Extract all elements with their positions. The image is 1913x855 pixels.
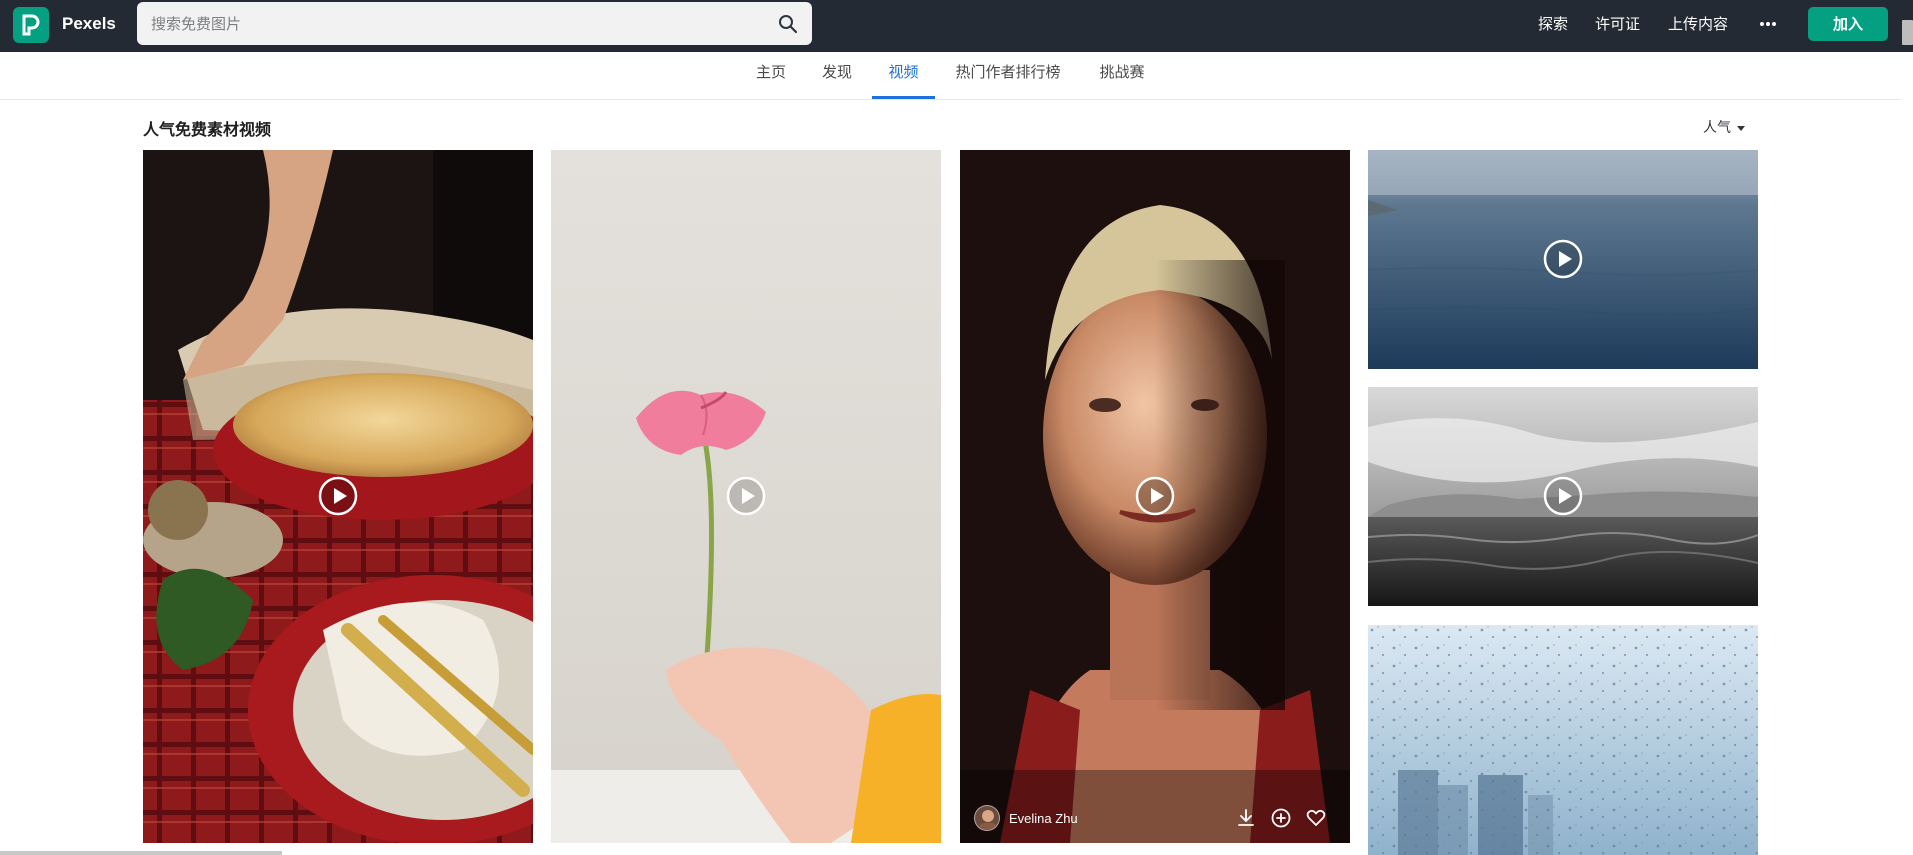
- video-tile-food[interactable]: [143, 150, 533, 843]
- top-bar: Pexels 探索 许可证 上传内容 加入: [0, 0, 1913, 52]
- play-icon[interactable]: [318, 476, 358, 516]
- video-tile-ocean[interactable]: [1368, 150, 1758, 369]
- search-input[interactable]: [151, 2, 751, 45]
- avatar[interactable]: [974, 805, 1000, 831]
- more-horizontal-icon[interactable]: [1758, 14, 1778, 34]
- caret-down-icon: [1737, 125, 1745, 131]
- download-icon[interactable]: [1235, 807, 1257, 829]
- tab-challenges[interactable]: 挑战赛: [1097, 52, 1147, 99]
- tab-home[interactable]: 主页: [754, 52, 788, 99]
- video-tile-footer: Evelina Zhu: [960, 791, 1350, 843]
- video-tile-flower[interactable]: [551, 150, 941, 843]
- sort-label: 人气: [1703, 120, 1731, 136]
- play-icon[interactable]: [1543, 476, 1583, 516]
- nav-upload[interactable]: 上传内容: [1668, 13, 1728, 34]
- nav-explore[interactable]: 探索: [1538, 13, 1568, 34]
- video-tile-bw-sea[interactable]: [1368, 387, 1758, 606]
- category-tabs: 主页 发现 视频 热门作者排行榜 挑战赛: [0, 52, 1900, 100]
- play-icon[interactable]: [1135, 476, 1175, 516]
- add-to-collection-icon[interactable]: [1270, 807, 1292, 829]
- tab-videos[interactable]: 视频: [872, 52, 935, 99]
- brand-name[interactable]: Pexels: [62, 14, 116, 34]
- tab-leaderboard[interactable]: 热门作者排行榜: [953, 52, 1063, 99]
- horizontal-scrollbar[interactable]: [0, 851, 282, 855]
- video-tile-rain-window[interactable]: [1368, 625, 1758, 855]
- author-name[interactable]: Evelina Zhu: [1009, 811, 1078, 826]
- search-box[interactable]: [137, 2, 812, 45]
- nav-license[interactable]: 许可证: [1595, 13, 1640, 34]
- section-title: 人气免费素材视频: [143, 120, 272, 139]
- tab-discover[interactable]: 发现: [820, 52, 854, 99]
- scrollbar-thumb[interactable]: [1902, 20, 1913, 45]
- heart-icon[interactable]: [1305, 807, 1327, 829]
- join-button[interactable]: 加入: [1808, 7, 1888, 41]
- video-thumbnail: [1368, 625, 1758, 855]
- video-tile-portrait[interactable]: Evelina Zhu: [960, 150, 1350, 843]
- pexels-logo-icon[interactable]: [13, 7, 49, 43]
- sort-dropdown[interactable]: 人气: [1703, 117, 1745, 137]
- search-icon[interactable]: [778, 14, 798, 34]
- play-icon[interactable]: [1543, 239, 1583, 279]
- play-icon[interactable]: [726, 476, 766, 516]
